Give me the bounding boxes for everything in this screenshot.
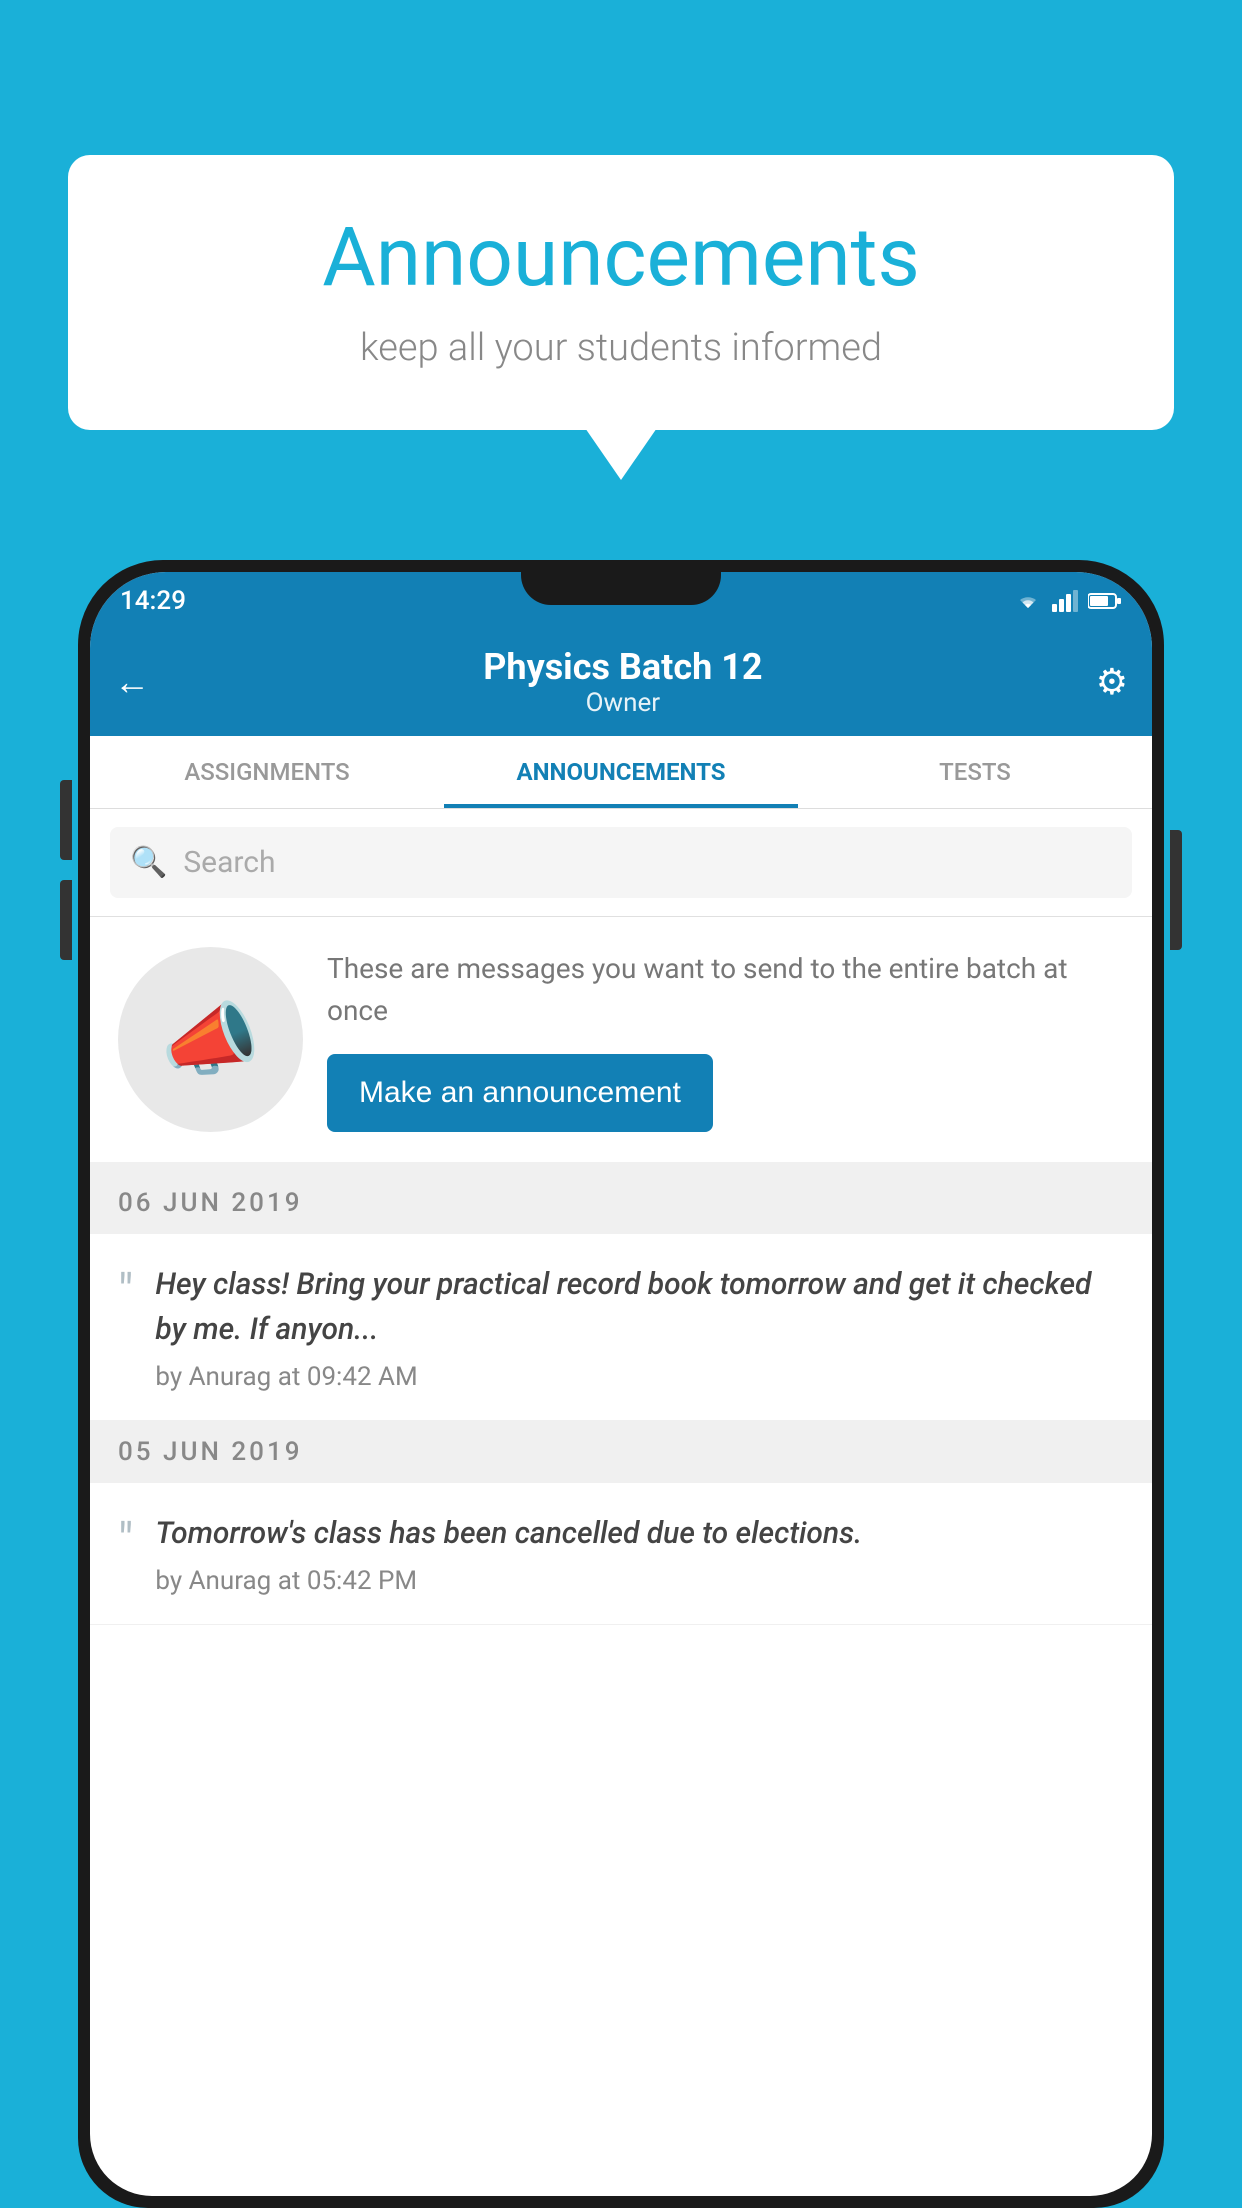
announcement-item-2[interactable]: " Tomorrow's class has been cancelled du… — [90, 1483, 1152, 1625]
announcement-icon-circle: 📣 — [118, 947, 303, 1132]
header-title-group: Physics Batch 12 Owner — [483, 646, 762, 718]
tabs-container: ASSIGNMENTS ANNOUNCEMENTS TESTS — [90, 736, 1152, 809]
wifi-icon — [1012, 590, 1044, 612]
battery-icon — [1088, 592, 1122, 610]
speech-bubble-subtitle: keep all your students informed — [128, 326, 1114, 370]
announcement-content-1: Hey class! Bring your practical record b… — [155, 1262, 1124, 1392]
speech-bubble-container: Announcements keep all your students inf… — [68, 155, 1174, 430]
announcement-text-2: Tomorrow's class has been cancelled due … — [155, 1511, 1124, 1556]
date-separator-1: 06 JUN 2019 — [90, 1172, 1152, 1234]
search-placeholder: Search — [183, 845, 275, 880]
announcement-item-1[interactable]: " Hey class! Bring your practical record… — [90, 1234, 1152, 1421]
signal-icons — [1012, 590, 1122, 612]
signal-icon — [1052, 590, 1080, 612]
announcement-meta-2: by Anurag at 05:42 PM — [155, 1566, 1124, 1596]
megaphone-icon: 📣 — [161, 993, 261, 1087]
header-title: Physics Batch 12 — [483, 646, 762, 688]
search-container: 🔍 Search — [90, 809, 1152, 917]
tab-announcements[interactable]: ANNOUNCEMENTS — [444, 736, 798, 808]
header-subtitle: Owner — [483, 688, 762, 718]
phone-container: 14:29 — [78, 560, 1164, 2208]
phone-btn-left2 — [60, 880, 72, 960]
phone-screen: 14:29 — [90, 572, 1152, 2196]
speech-bubble-title: Announcements — [128, 210, 1114, 306]
announcement-content-2: Tomorrow's class has been cancelled due … — [155, 1511, 1124, 1596]
phone-btn-left — [60, 780, 72, 860]
speech-bubble: Announcements keep all your students inf… — [68, 155, 1174, 430]
announcement-right: These are messages you want to send to t… — [327, 948, 1124, 1132]
announcement-description: These are messages you want to send to t… — [327, 948, 1124, 1032]
phone-notch — [521, 560, 721, 605]
app-header: ← Physics Batch 12 Owner ⚙ — [90, 630, 1152, 736]
date-separator-2: 05 JUN 2019 — [90, 1421, 1152, 1483]
make-announcement-button[interactable]: Make an announcement — [327, 1054, 713, 1132]
quote-icon-1: " — [118, 1268, 133, 1316]
back-button[interactable]: ← — [114, 661, 150, 703]
announcement-text-1: Hey class! Bring your practical record b… — [155, 1262, 1124, 1352]
search-icon: 🔍 — [130, 845, 167, 880]
phone-outer: 14:29 — [78, 560, 1164, 2208]
status-time: 14:29 — [120, 586, 186, 616]
search-field[interactable]: 🔍 Search — [110, 827, 1132, 898]
announcement-placeholder: 📣 These are messages you want to send to… — [90, 917, 1152, 1172]
tab-tests[interactable]: TESTS — [798, 736, 1152, 808]
settings-button[interactable]: ⚙ — [1096, 661, 1128, 703]
quote-icon-2: " — [118, 1517, 133, 1565]
announcement-meta-1: by Anurag at 09:42 AM — [155, 1362, 1124, 1392]
tab-assignments[interactable]: ASSIGNMENTS — [90, 736, 444, 808]
phone-btn-right — [1170, 830, 1182, 950]
